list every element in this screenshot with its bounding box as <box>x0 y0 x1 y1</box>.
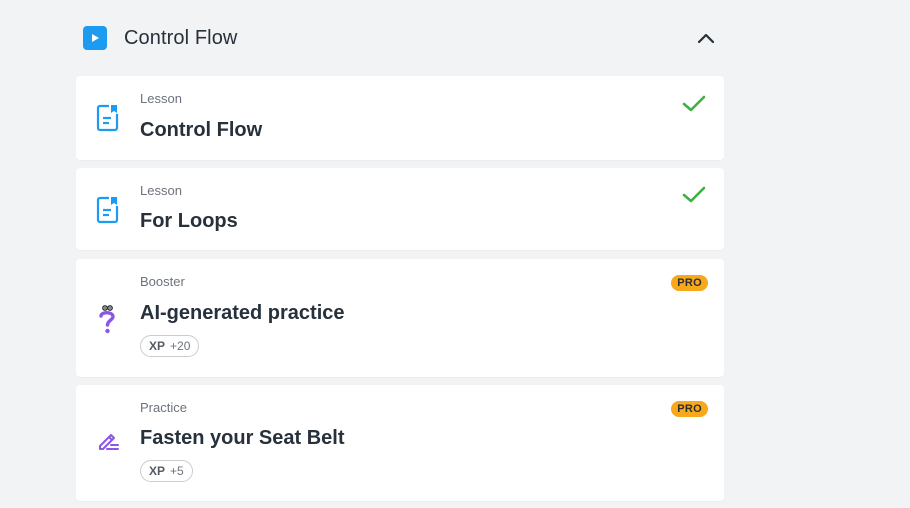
xp-chip: XP +20 <box>140 335 200 357</box>
card-title: Fasten your Seat Belt <box>140 427 345 449</box>
section-header[interactable]: Control Flow <box>76 20 724 56</box>
xp-value: +20 <box>170 339 191 353</box>
xp-value: +5 <box>170 464 184 478</box>
lesson-card[interactable]: Lesson Control Flow <box>76 76 724 160</box>
collapse-button[interactable] <box>694 26 718 50</box>
lesson-doc-icon <box>96 104 119 132</box>
booster-card[interactable]: Booster AI-generated practice PRO XP +20 <box>76 259 724 377</box>
question-mark-icon <box>99 305 115 334</box>
check-icon <box>682 186 706 203</box>
chevron-up-icon <box>697 33 715 44</box>
card-title: Control Flow <box>140 119 263 141</box>
play-icon <box>83 26 107 50</box>
lesson-card[interactable]: Lesson For Loops <box>76 168 724 250</box>
section-title: Control Flow <box>124 26 238 49</box>
practice-card[interactable]: Practice Fasten your Seat Belt PRO XP +5 <box>76 385 724 501</box>
card-title: AI-generated practice <box>140 302 345 324</box>
card-kind: Practice <box>140 400 187 415</box>
xp-chip: XP +5 <box>140 460 193 482</box>
card-kind: Lesson <box>140 183 182 198</box>
pro-badge: PRO <box>671 275 708 291</box>
card-kind: Lesson <box>140 91 182 106</box>
check-icon <box>682 95 706 112</box>
lesson-doc-icon <box>96 196 119 224</box>
pencil-lines-icon <box>99 434 119 450</box>
card-title: For Loops <box>140 210 238 232</box>
card-kind: Booster <box>140 274 185 289</box>
xp-label: XP <box>149 339 166 353</box>
pro-badge: PRO <box>671 401 708 417</box>
xp-label: XP <box>149 464 166 478</box>
